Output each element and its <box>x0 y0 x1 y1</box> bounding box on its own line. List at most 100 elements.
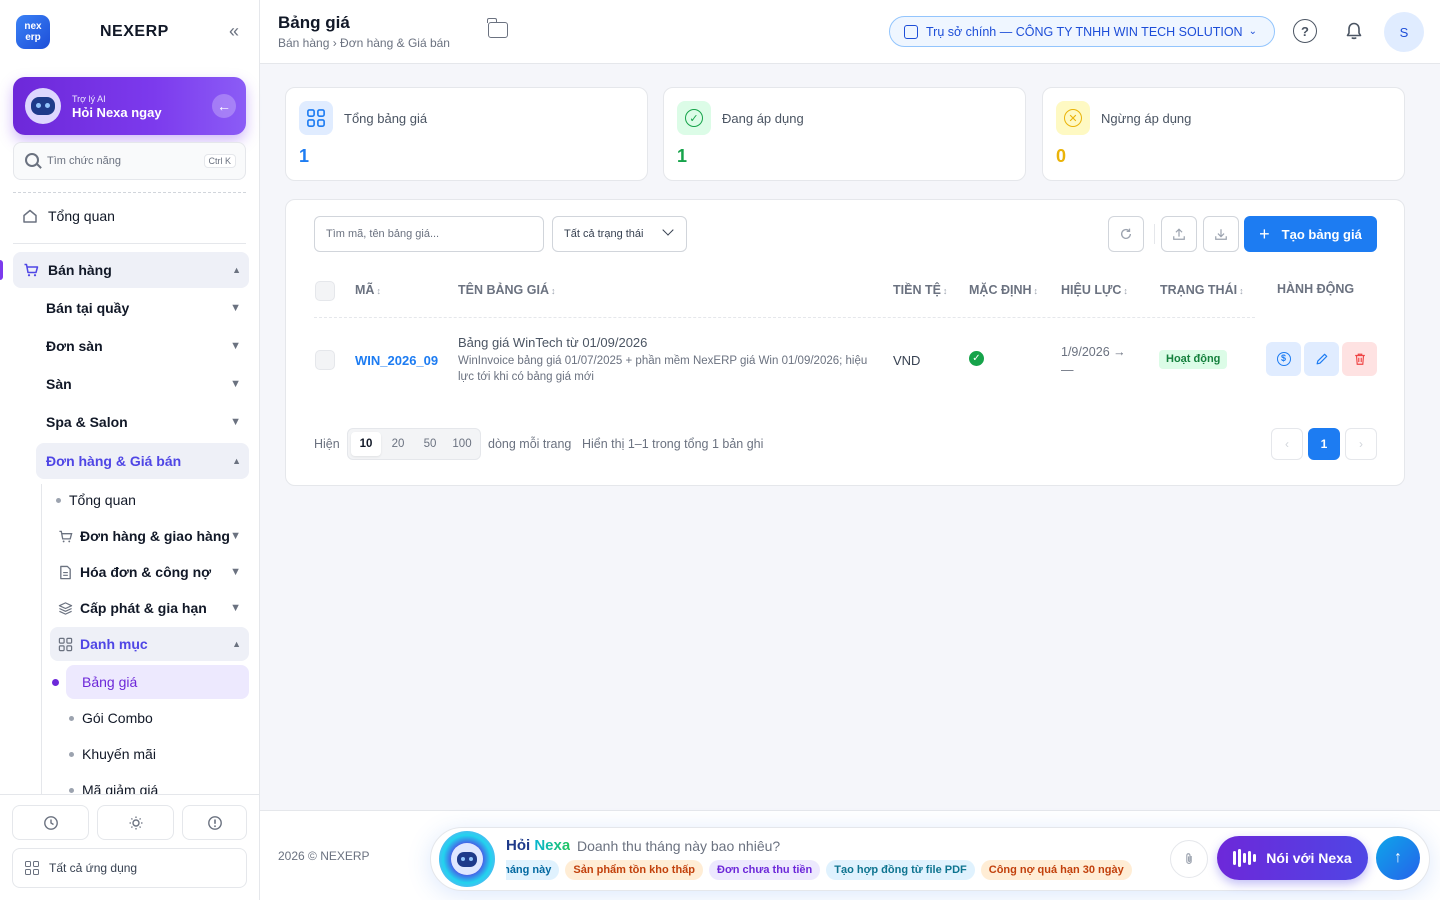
stat-value: 0 <box>1056 146 1067 166</box>
nav-promo[interactable]: Khuyến mãi <box>69 743 249 765</box>
all-apps-button[interactable]: Tất cả ứng dụng <box>12 848 247 888</box>
nav-overview-label: Tổng quan <box>48 208 115 224</box>
trash-icon <box>1354 353 1365 365</box>
refresh-button[interactable] <box>1108 216 1144 252</box>
nav-invoices-debt[interactable]: Hóa đơn & công nợ ▼ <box>56 561 249 583</box>
dollar-icon: $ <box>1276 352 1291 366</box>
talk-to-nexa-button[interactable]: Nói với Nexa <box>1217 836 1368 880</box>
stat-label: Đang áp dụng <box>722 111 804 126</box>
status-badge: Hoạt động <box>1159 350 1228 369</box>
currency-cell: VND <box>893 353 921 368</box>
voice-wave-icon <box>1233 849 1257 867</box>
stat-card-active: ✓ Đang áp dụng 1 <box>663 87 1026 181</box>
suggestion-chip[interactable]: Tạo hợp đồng từ file PDF <box>826 860 975 880</box>
help-icon[interactable]: ? <box>1293 19 1317 43</box>
nav-spa-salon[interactable]: Spa & Salon ▼ <box>46 411 249 433</box>
create-button-label: Tạo bảng giá <box>1281 226 1362 242</box>
column-header-name[interactable]: TÊN BẢNG GIÁ ↕ <box>458 283 555 297</box>
status-filter-select[interactable]: Tất cả trạng thái <box>552 216 687 252</box>
ask-nexa-input[interactable]: Doanh thu tháng này bao nhiêu? <box>577 838 780 854</box>
prev-page-button[interactable]: ‹ <box>1271 428 1303 460</box>
chevron-down-icon: ▼ <box>230 340 241 352</box>
document-icon <box>56 563 74 581</box>
organization-selector[interactable]: Trụ sở chính — CÔNG TY TNHH WIN TECH SOL… <box>889 16 1275 47</box>
nav-sales[interactable]: Bán hàng ▲ <box>13 252 249 288</box>
suggestion-chip[interactable]: Đơn chưa thu tiền <box>709 860 821 880</box>
bell-icon[interactable] <box>1342 19 1366 43</box>
edit-button[interactable] <box>1304 342 1339 376</box>
nav-orders-delivery-label: Đơn hàng & giao hàng <box>80 528 230 544</box>
nav-orders-prices[interactable]: Đơn hàng & Giá bán ▲ <box>36 443 249 479</box>
folder-icon[interactable] <box>487 18 508 38</box>
copyright: 2026 © NEXERP <box>278 849 370 863</box>
suggestion-chip[interactable]: Doanh thu tháng này <box>506 860 560 880</box>
sort-icon: ↕ <box>942 286 948 296</box>
nav-sub-overview[interactable]: Tổng quan <box>56 489 249 511</box>
robot-icon <box>25 88 61 124</box>
price-list-description: WinInvoice bảng giá 01/07/2025 + phần mề… <box>458 355 868 383</box>
delete-button[interactable] <box>1342 342 1377 376</box>
function-search-input[interactable]: Tìm chức năng Ctrl K <box>13 142 246 180</box>
nav-marketplace[interactable]: Sàn ▼ <box>46 373 249 395</box>
attach-button[interactable] <box>1170 840 1208 878</box>
nav-provision[interactable]: Cấp phát & gia hạn ▼ <box>56 597 249 619</box>
nav-sales-label: Bán hàng <box>48 262 112 278</box>
history-button[interactable] <box>12 805 89 840</box>
home-icon <box>21 207 39 225</box>
send-button[interactable]: ↑ <box>1376 836 1420 880</box>
price-button[interactable]: $ <box>1266 342 1301 376</box>
column-header-currency[interactable]: TIỀN TỆ ↕ <box>893 283 947 297</box>
alert-icon <box>207 815 222 830</box>
collapse-sidebar-icon[interactable]: « <box>224 22 244 42</box>
stat-card-inactive: ✕ Ngừng áp dụng 0 <box>1042 87 1405 181</box>
ai-card-title: Hỏi Nexa ngay <box>72 105 162 120</box>
page-size-option[interactable]: 100 <box>447 432 477 456</box>
column-header-status[interactable]: TRẠNG THÁI ↕ <box>1160 283 1244 297</box>
upload-button[interactable] <box>1161 216 1197 252</box>
active-bullet <box>52 678 59 686</box>
select-all-checkbox[interactable] <box>315 281 335 301</box>
row-checkbox[interactable] <box>315 350 335 370</box>
breadcrumb[interactable]: Bán hàng › Đơn hàng & Giá bán <box>278 36 450 50</box>
table-search-input[interactable]: Tìm mã, tên bảng giá... <box>314 216 544 252</box>
nav-orders-delivery[interactable]: Đơn hàng & giao hàng ▼ <box>56 525 249 547</box>
nexerp-logo[interactable]: nex erp <box>16 15 50 49</box>
column-header-code[interactable]: MÃ ↕ <box>355 283 381 297</box>
nav-marketplace-orders-label: Đơn sàn <box>46 338 103 354</box>
function-search-placeholder: Tìm chức năng <box>47 155 122 167</box>
download-button[interactable] <box>1203 216 1239 252</box>
brand: nex erp NEXERP « <box>16 14 244 50</box>
next-page-button[interactable]: › <box>1345 428 1377 460</box>
ai-assistant-card[interactable]: Trợ lý AI Hỏi Nexa ngay ← <box>13 77 246 135</box>
page-size-option[interactable]: 50 <box>415 432 445 456</box>
nav-pos[interactable]: Bán tại quầy ▼ <box>46 297 249 319</box>
nav-combo-label: Gói Combo <box>82 710 153 726</box>
refresh-icon <box>1120 228 1132 239</box>
x-circle-icon: ✕ <box>1056 101 1090 135</box>
page-size-selector: 10 20 50 100 <box>347 428 481 460</box>
bullet <box>69 751 74 757</box>
price-list-code-link[interactable]: WIN_2026_09 <box>355 353 438 368</box>
chevron-down-icon <box>662 224 674 236</box>
create-price-list-button[interactable]: + Tạo bảng giá <box>1244 216 1377 252</box>
stat-value: 1 <box>299 146 310 166</box>
suggestion-chip[interactable]: Công nợ quá hạn 30 ngày <box>980 860 1132 880</box>
nav-overview[interactable]: Tổng quan <box>21 205 246 227</box>
user-avatar[interactable]: S <box>1384 12 1424 52</box>
page-button[interactable]: 1 <box>1308 428 1340 460</box>
nav-coupon[interactable]: Mã giảm giá <box>69 779 249 794</box>
column-header-validity[interactable]: HIỆU LỰC ↕ <box>1061 283 1128 297</box>
building-icon <box>904 24 918 39</box>
arrow-left-icon[interactable]: ← <box>212 94 236 118</box>
nav-combo[interactable]: Gói Combo <box>69 707 249 729</box>
nav-marketplace-orders[interactable]: Đơn sàn ▼ <box>46 335 249 357</box>
nav-catalog[interactable]: Danh mục ▲ <box>50 627 249 661</box>
report-issue-button[interactable] <box>182 805 247 840</box>
column-header-default[interactable]: MẶC ĐỊNH ↕ <box>969 283 1038 297</box>
page-size-option[interactable]: 10 <box>351 432 381 456</box>
suggestion-chip[interactable]: Sản phẩm tồn kho thấp <box>565 860 704 880</box>
page-size-option[interactable]: 20 <box>383 432 413 456</box>
theme-button[interactable] <box>97 805 174 840</box>
sort-icon: ↕ <box>376 286 381 296</box>
nav-price-list[interactable]: Bảng giá <box>52 665 249 699</box>
